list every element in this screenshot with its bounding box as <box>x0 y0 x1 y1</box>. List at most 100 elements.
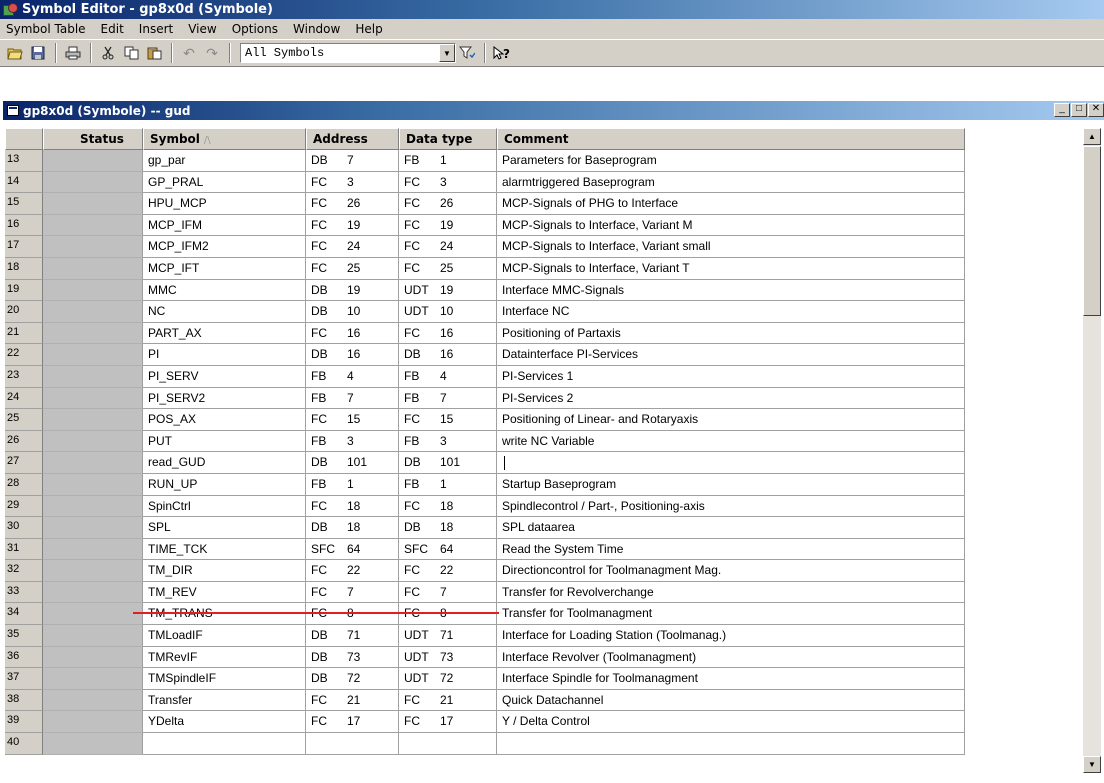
comment-cell[interactable]: write NC Variable <box>497 430 965 453</box>
print-icon[interactable] <box>62 42 84 64</box>
address-cell[interactable]: DB 7 <box>306 150 399 172</box>
comment-cell[interactable]: MCP-Signals of PHG to Interface <box>497 193 965 215</box>
data-type-cell[interactable]: FC 17 <box>399 711 497 734</box>
address-cell[interactable]: DB 72 <box>306 668 399 690</box>
symbol-cell[interactable]: PI_SERV2 <box>143 387 306 410</box>
data-type-cell[interactable]: FB 7 <box>399 387 497 410</box>
row-number[interactable]: 32 <box>5 560 43 582</box>
context-help-icon[interactable]: ? <box>491 42 513 64</box>
address-cell[interactable]: DB 18 <box>306 517 399 539</box>
symbol-cell[interactable]: POS_AX <box>143 409 306 431</box>
status-cell[interactable] <box>43 711 143 734</box>
symbol-cell[interactable]: gp_par <box>143 150 306 172</box>
address-cell[interactable]: SFC 64 <box>306 538 399 561</box>
status-cell[interactable] <box>43 171 143 194</box>
scroll-up-icon[interactable]: ▲ <box>1083 128 1101 145</box>
table-row[interactable]: 29 SpinCtrl FC 18 FC 18 Spindlecontrol / Part-… <box>5 495 965 518</box>
table-row[interactable]: 20 NC DB 10 UDT 10 Interface NC <box>5 301 965 323</box>
comment-cell[interactable]: alarmtriggered Baseprogram <box>497 171 965 194</box>
row-number[interactable]: 36 <box>5 646 43 669</box>
data-type-cell[interactable]: SFC 64 <box>399 538 497 561</box>
data-type-cell[interactable]: FC 7 <box>399 581 497 604</box>
symbol-cell[interactable]: HPU_MCP <box>143 193 306 215</box>
data-type-cell[interactable]: FC 26 <box>399 193 497 215</box>
status-cell[interactable] <box>43 257 143 280</box>
table-row[interactable]: 36 TMRevIF DB 73 UDT 73 Interface Revolver (To… <box>5 646 965 669</box>
data-type-cell[interactable]: FC 24 <box>399 236 497 258</box>
address-cell[interactable]: FC 15 <box>306 409 399 431</box>
row-number[interactable]: 35 <box>5 625 43 647</box>
comment-cell[interactable]: SPL dataarea <box>497 517 965 539</box>
table-row[interactable]: 28 RUN_UP FB 1 FB 1 Startup Baseprogram <box>5 473 965 496</box>
undo-icon[interactable]: ↶ <box>178 42 200 64</box>
data-type-cell[interactable]: FC 16 <box>399 322 497 345</box>
data-type-cell[interactable]: FC 15 <box>399 409 497 431</box>
comment-cell[interactable]: Transfer for Revolverchange <box>497 581 965 604</box>
table-row[interactable]: 17 MCP_IFM2 FC 24 FC 24 MCP-Signals to Interfa… <box>5 236 965 258</box>
table-row[interactable]: 16 MCP_IFM FC 19 FC 19 MCP-Signals to Interfac… <box>5 214 965 237</box>
row-number[interactable]: 40 <box>5 733 43 755</box>
filter-funnel-icon[interactable] <box>456 42 478 64</box>
status-cell[interactable] <box>43 517 143 539</box>
data-type-cell[interactable]: DB 16 <box>399 344 497 366</box>
menu-window[interactable]: Window <box>293 22 340 36</box>
close-icon[interactable]: ✕ <box>1088 103 1104 117</box>
status-cell[interactable] <box>43 214 143 237</box>
address-cell[interactable]: FC 22 <box>306 560 399 582</box>
table-row[interactable]: 14 GP_PRAL FC 3 FC 3 alarmtriggered Baseprogra… <box>5 171 965 194</box>
table-row[interactable]: 26 PUT FB 3 FB 3 write NC Variable <box>5 430 965 453</box>
redo-icon[interactable]: ↷ <box>201 42 223 64</box>
address-cell[interactable]: DB 101 <box>306 452 399 474</box>
symbol-cell[interactable]: TM_DIR <box>143 560 306 582</box>
status-cell[interactable] <box>43 409 143 431</box>
app-title-bar[interactable]: Symbol Editor - gp8x0d (Symbole) <box>0 0 1104 19</box>
row-number[interactable]: 37 <box>5 668 43 690</box>
status-cell[interactable] <box>43 365 143 388</box>
status-cell[interactable] <box>43 236 143 258</box>
vertical-scrollbar[interactable]: ▲ ▼ <box>1083 128 1101 773</box>
data-type-cell[interactable]: UDT 72 <box>399 668 497 690</box>
address-cell[interactable]: FC 24 <box>306 236 399 258</box>
data-type-cell[interactable]: DB 101 <box>399 452 497 474</box>
data-type-cell[interactable]: FB 4 <box>399 365 497 388</box>
chevron-down-icon[interactable]: ▼ <box>439 44 455 62</box>
row-number[interactable]: 24 <box>5 387 43 410</box>
address-cell[interactable]: FC 26 <box>306 193 399 215</box>
symbol-cell[interactable]: TMLoadIF <box>143 625 306 647</box>
status-cell[interactable] <box>43 625 143 647</box>
data-type-cell[interactable]: UDT 10 <box>399 301 497 323</box>
table-row[interactable]: 39 YDelta FC 17 FC 17 Y / Delta Control <box>5 711 965 734</box>
status-cell[interactable] <box>43 301 143 323</box>
status-cell[interactable] <box>43 733 143 755</box>
menu-edit[interactable]: Edit <box>101 22 124 36</box>
address-cell[interactable]: DB 10 <box>306 301 399 323</box>
table-row[interactable]: 27 read_GUD DB 101 DB 101 <box>5 452 965 474</box>
status-cell[interactable] <box>43 668 143 690</box>
minimize-icon[interactable]: _ <box>1054 103 1070 117</box>
table-row[interactable]: 13 gp_par DB 7 FB 1 Parameters for Baseprogram <box>5 150 965 172</box>
row-number[interactable]: 38 <box>5 689 43 712</box>
table-row[interactable]: 34TM_TRANSFC8FC8Transfer for Toolmanagme… <box>5 603 965 626</box>
header-comment[interactable]: Comment <box>497 128 965 150</box>
address-cell[interactable]: FC 25 <box>306 257 399 280</box>
data-type-cell[interactable]: DB 18 <box>399 517 497 539</box>
symbol-cell[interactable]: TMSpindleIF <box>143 668 306 690</box>
symbol-cell[interactable]: SpinCtrl <box>143 495 306 518</box>
data-type-cell[interactable]: FC 21 <box>399 689 497 712</box>
data-type-cell[interactable]: FC 3 <box>399 171 497 194</box>
symbol-cell[interactable]: TM_TRANS <box>143 603 306 626</box>
comment-cell[interactable]: Interface Spindle for Toolmanagment <box>497 668 965 690</box>
symbol-cell[interactable]: TIME_TCK <box>143 538 306 561</box>
row-number[interactable]: 26 <box>5 430 43 453</box>
row-number[interactable]: 29 <box>5 495 43 518</box>
menu-options[interactable]: Options <box>232 22 278 36</box>
address-cell[interactable]: FB 1 <box>306 473 399 496</box>
symbol-cell[interactable]: TMRevIF <box>143 646 306 669</box>
symbol-cell[interactable]: RUN_UP <box>143 473 306 496</box>
data-type-cell[interactable]: FB 1 <box>399 150 497 172</box>
row-number[interactable]: 13 <box>5 150 43 172</box>
comment-cell[interactable]: Positioning of Partaxis <box>497 322 965 345</box>
comment-cell[interactable]: Read the System Time <box>497 538 965 561</box>
comment-cell[interactable] <box>497 452 965 474</box>
data-type-cell[interactable] <box>399 733 497 755</box>
